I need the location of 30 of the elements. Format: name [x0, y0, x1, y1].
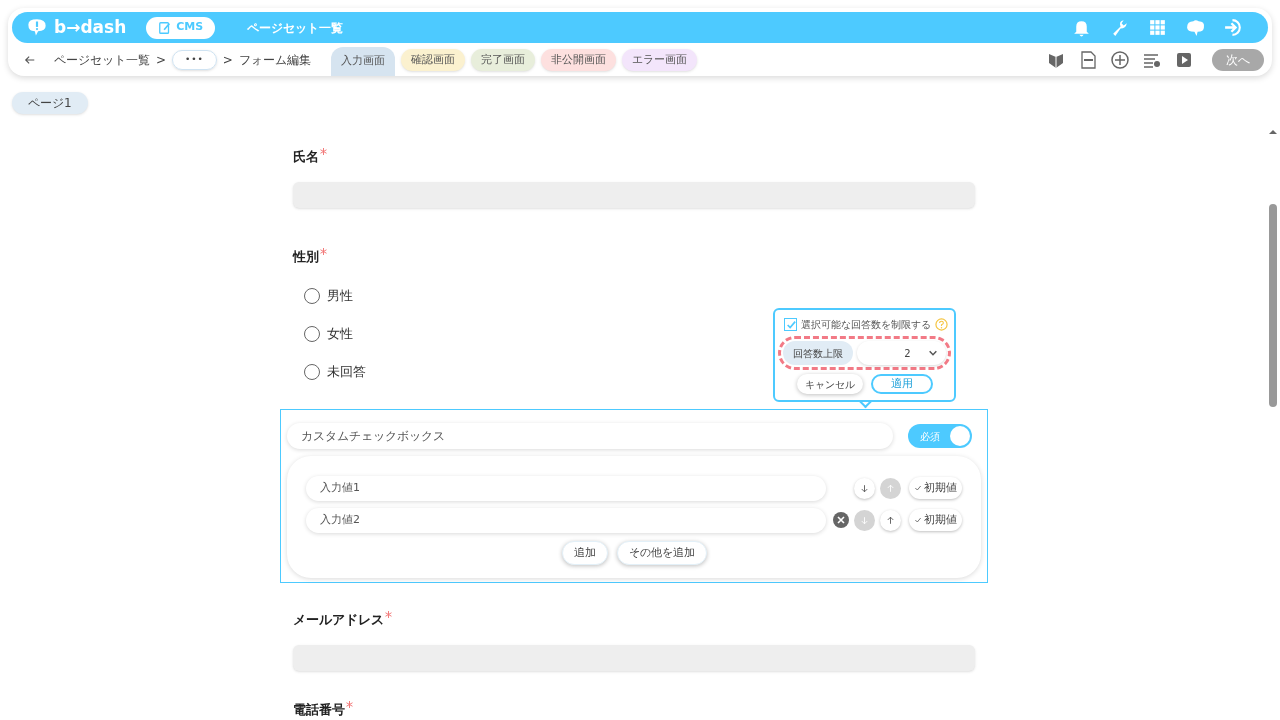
tab[interactable]: 完了画面 [470, 49, 535, 71]
limit-label: 回答数上限 [783, 341, 853, 365]
add-button[interactable]: 追加 [561, 541, 608, 565]
breadcrumb-separator: > [222, 52, 233, 69]
breadcrumb-current: フォーム編集 [238, 52, 311, 69]
breadcrumb-link[interactable]: ページセット一覧 [54, 51, 150, 69]
radio-label: 男性 [327, 287, 353, 306]
field-label: 性別 [293, 248, 319, 266]
radio-label: 未回答 [327, 363, 366, 382]
option-input[interactable]: 入力値1 [306, 475, 826, 501]
default-value-button[interactable]: 初期値 [909, 509, 962, 531]
option-input[interactable]: 入力値2 [306, 507, 826, 533]
default-value-button[interactable]: 初期値 [909, 477, 962, 499]
cancel-button[interactable]: キャンセル [796, 374, 863, 394]
add-button[interactable]: その他を追加 [616, 541, 707, 565]
tab[interactable]: 入力画面 [330, 47, 395, 76]
tab[interactable]: 非公開画面 [540, 49, 616, 71]
tab[interactable]: エラー画面 [621, 49, 697, 71]
checkbox-label: 選択可能な回答数を制限する [801, 318, 931, 332]
logo-text: b→dash [54, 15, 127, 39]
field-label: 氏名 [293, 148, 319, 166]
page-tab[interactable]: ページ1 [12, 92, 88, 114]
breadcrumb-separator: > [156, 52, 167, 69]
radio-label: 女性 [327, 325, 353, 344]
field-label: メールアドレス [293, 611, 384, 629]
tab[interactable]: 確認画面 [400, 49, 465, 71]
limit-select[interactable]: 2 [857, 341, 946, 365]
title-input[interactable]: カスタムチェックボックス [287, 423, 893, 449]
field-label: 電話番号 [293, 701, 345, 719]
header-title: ページセット一覧 [247, 19, 344, 37]
